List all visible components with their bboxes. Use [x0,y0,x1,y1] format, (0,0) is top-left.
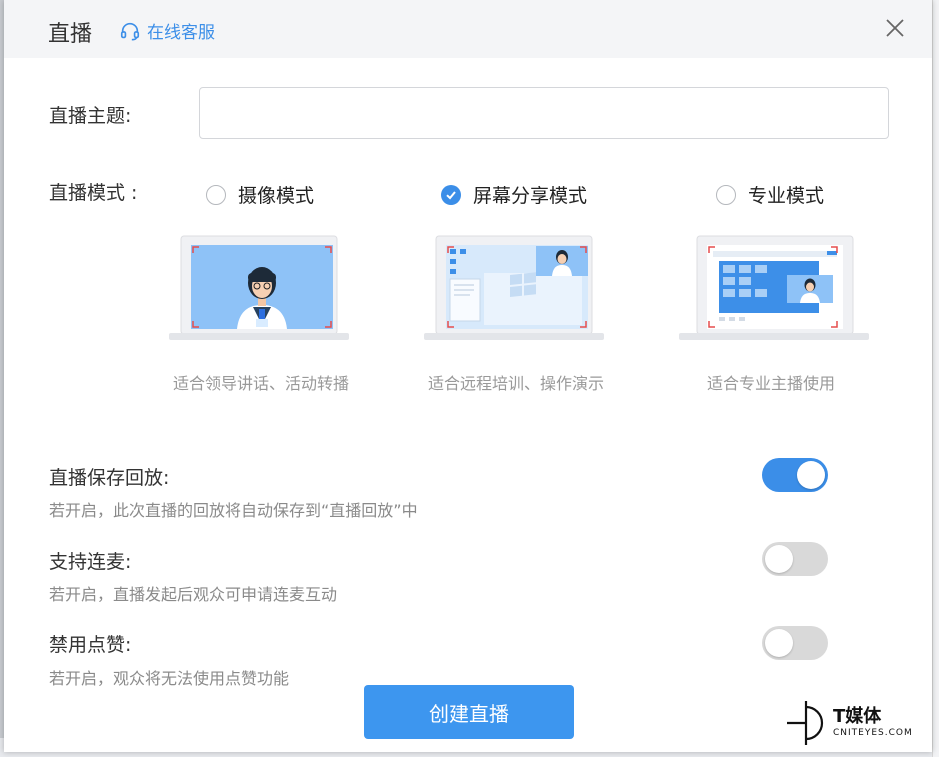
toggle-knob [765,545,793,573]
mode-option-professional[interactable]: 专业模式 [716,181,824,208]
save-replay-toggle[interactable] [762,458,828,492]
dialog-header: 直播 在线客服 [4,0,932,58]
create-live-dialog: 直播 在线客服 直播主题: 直播模式 : 摄像模式 屏幕分享模式 专业模式 适合… [4,0,932,752]
radio-camera[interactable] [206,184,226,205]
screen-share-mode-illustration [424,235,604,340]
mode-desc-professional: 适合专业主播使用 [706,374,835,393]
headset-icon [120,22,140,41]
watermark-logo: T媒体 CNITEYES.COM [785,697,935,749]
professional-mode-illustration [679,235,869,340]
mode-option-screen-share-label: 屏幕分享模式 [473,185,588,207]
watermark-main-text: T媒体 [833,706,882,727]
disable-likes-toggle[interactable] [762,626,828,660]
setting-disable-likes-desc: 若开启，观众将无法使用点赞功能 [49,669,290,688]
toggle-knob [765,629,793,657]
online-service-link[interactable]: 在线客服 [119,18,215,43]
radio-screen-share[interactable] [441,184,461,205]
co-host-toggle[interactable] [762,542,828,576]
dialog-title: 直播 [48,22,93,47]
topic-input[interactable] [199,87,889,139]
setting-co-host-title: 支持连麦: [49,551,132,573]
mode-desc-screen-share: 适合远程培训、操作演示 [427,374,604,393]
setting-disable-likes-title: 禁用点赞: [49,634,132,656]
mode-option-screen-share[interactable]: 屏幕分享模式 [441,181,587,208]
mode-option-camera[interactable]: 摄像模式 [206,181,314,208]
background-app-edge [932,0,939,757]
setting-save-replay-desc: 若开启，此次直播的回放将自动保存到“直播回放”中 [49,501,418,520]
watermark-sub-text: CNITEYES.COM [833,728,913,738]
mode-option-camera-label: 摄像模式 [238,185,315,207]
mode-desc-camera: 适合领导讲话、活动转播 [172,374,349,393]
mode-option-professional-label: 专业模式 [748,185,825,207]
create-live-button[interactable]: 创建直播 [364,685,574,739]
camera-mode-illustration [169,235,349,340]
online-service-label: 在线客服 [147,23,215,43]
close-icon[interactable] [884,17,906,39]
radio-professional[interactable] [716,184,736,205]
setting-co-host-desc: 若开启，直播发起后观众可申请连麦互动 [49,585,338,604]
mode-label: 直播模式 : [49,182,138,204]
setting-save-replay-title: 直播保存回放: [49,467,170,489]
check-icon [446,190,456,199]
watermark-logo-icon [787,701,824,745]
toggle-knob [797,461,825,489]
topic-label: 直播主题: [49,105,132,127]
